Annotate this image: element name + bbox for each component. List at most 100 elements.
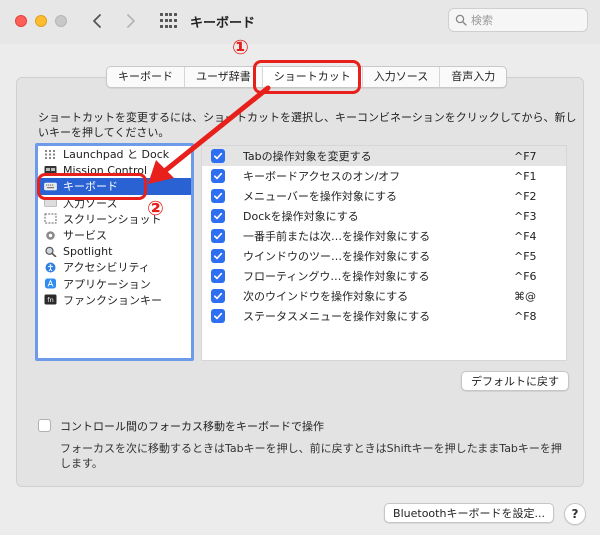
shortcut-label: 次のウインドウを操作対象にする	[243, 290, 409, 303]
svg-text:fn: fn	[47, 296, 53, 304]
category-label: アクセシビリティ	[63, 261, 150, 275]
launchpad-icon	[44, 149, 57, 160]
search-input[interactable]	[471, 13, 581, 27]
shortcut-label: ウインドウのツー…を操作対象にする	[243, 250, 431, 263]
category-mission-control[interactable]: Mission Control	[38, 162, 191, 178]
input-sources-icon	[44, 197, 57, 208]
shortcut-row[interactable]: ステータスメニューを操作対象にする ^F8	[202, 306, 566, 326]
category-launchpad-dock[interactable]: Launchpad と Dock	[38, 146, 191, 162]
zoom-window-button[interactable]	[55, 15, 67, 27]
checkmark-icon	[214, 172, 223, 180]
category-screenshots[interactable]: スクリーンショット	[38, 211, 191, 227]
shortcut-table[interactable]: Tabの操作対象を変更する ^F7 キーボードアクセスのオン/オフ ^F1 メニ…	[201, 145, 567, 361]
shortcut-checkbox[interactable]	[211, 169, 225, 183]
shortcut-category-list[interactable]: Launchpad と Dock Mission Control キーボード 入…	[35, 143, 194, 361]
forward-button[interactable]	[120, 9, 142, 33]
category-label: キーボード	[63, 180, 118, 194]
shortcut-key[interactable]: ⌘@	[514, 290, 536, 303]
instruction-text: ショートカットを変更するには、ショートカットを選択し、キーコンビネーションをクリ…	[38, 111, 577, 139]
minimize-window-button[interactable]	[35, 15, 47, 27]
checkmark-icon	[214, 152, 223, 160]
category-label: Launchpad と Dock	[63, 148, 170, 162]
shortcut-row[interactable]: キーボードアクセスのオン/オフ ^F1	[202, 166, 566, 186]
chevron-left-icon	[93, 14, 101, 28]
services-gear-icon	[44, 230, 57, 241]
shortcut-label: メニューバーを操作対象にする	[243, 190, 397, 203]
shortcut-checkbox[interactable]	[211, 269, 225, 283]
shortcut-checkbox[interactable]	[211, 249, 225, 263]
tab-user-dictionary[interactable]: ユーザ辞書	[185, 67, 263, 87]
shortcut-checkbox[interactable]	[211, 289, 225, 303]
spotlight-icon	[44, 246, 57, 257]
shortcut-key[interactable]: ^F5	[514, 250, 537, 263]
category-label: Spotlight	[63, 244, 113, 258]
shortcut-key[interactable]: ^F1	[514, 170, 537, 183]
checkmark-icon	[214, 212, 223, 220]
shortcut-row[interactable]: 次のウインドウを操作対象にする ⌘@	[202, 286, 566, 306]
accessibility-icon	[44, 262, 57, 273]
shortcut-checkbox[interactable]	[211, 309, 225, 323]
shortcut-key[interactable]: ^F2	[514, 190, 537, 203]
shortcut-row[interactable]: Dockを操作対象にする ^F3	[202, 206, 566, 226]
shortcut-row[interactable]: 一番手前または次…を操作対象にする ^F4	[202, 226, 566, 246]
restore-defaults-button[interactable]: デフォルトに戻す	[461, 371, 569, 391]
keyboard-navigation-label[interactable]: コントロール間のフォーカス移動をキーボードで操作	[60, 418, 324, 434]
checkmark-icon	[214, 292, 223, 300]
shortcut-label: ステータスメニューを操作対象にする	[243, 310, 431, 323]
shortcut-checkbox[interactable]	[211, 209, 225, 223]
app-store-icon	[44, 278, 57, 289]
show-all-grid-icon[interactable]	[160, 13, 177, 30]
title-bar: キーボード	[0, 0, 600, 44]
category-spotlight[interactable]: Spotlight	[38, 243, 191, 259]
category-label: ファンクションキー	[63, 293, 162, 307]
annotation-step-2: ②	[147, 196, 164, 220]
shortcut-label: フローティングウ…を操作対象にする	[243, 270, 430, 283]
tab-input-sources[interactable]: 入力ソース	[363, 67, 441, 87]
category-services[interactable]: サービス	[38, 227, 191, 243]
keyboard-navigation-description: フォーカスを次に移動するときはTabキーを押し、前に戻すときはShiftキーを押…	[60, 442, 562, 470]
tab-bar: キーボード ユーザ辞書 ショートカット 入力ソース 音声入力	[106, 66, 508, 88]
chevron-right-icon	[127, 14, 135, 28]
shortcut-key[interactable]: ^F3	[514, 210, 537, 223]
shortcut-checkbox[interactable]	[211, 149, 225, 163]
tab-shortcuts[interactable]: ショートカット	[262, 67, 363, 87]
category-keyboard[interactable]: キーボード	[38, 178, 191, 195]
keyboard-navigation-checkbox[interactable]	[38, 419, 51, 432]
shortcut-row[interactable]: Tabの操作対象を変更する ^F7	[202, 146, 566, 166]
category-accessibility[interactable]: アクセシビリティ	[38, 259, 191, 275]
shortcut-row[interactable]: メニューバーを操作対象にする ^F2	[202, 186, 566, 206]
shortcut-label: 一番手前または次…を操作対象にする	[243, 230, 431, 243]
shortcut-label: Tabの操作対象を変更する	[243, 150, 372, 163]
shortcut-checkbox[interactable]	[211, 229, 225, 243]
shortcut-key[interactable]: ^F4	[514, 230, 537, 243]
category-function-keys[interactable]: fn ファンクションキー	[38, 292, 191, 308]
screenshot-icon	[44, 213, 57, 224]
shortcut-label: Dockを操作対象にする	[243, 210, 359, 223]
tab-dictation[interactable]: 音声入力	[440, 67, 506, 87]
category-label: アプリケーション	[63, 277, 151, 291]
shortcut-key[interactable]: ^F6	[514, 270, 537, 283]
tab-keyboard[interactable]: キーボード	[107, 67, 185, 87]
back-button[interactable]	[86, 9, 108, 33]
shortcut-label: キーボードアクセスのオン/オフ	[243, 170, 401, 183]
shortcut-key[interactable]: ^F7	[514, 150, 537, 163]
checkmark-icon	[214, 232, 223, 240]
annotation-step-1: ①	[232, 35, 249, 59]
search-field[interactable]	[448, 8, 588, 32]
help-button[interactable]: ?	[564, 503, 586, 525]
mission-control-icon	[44, 165, 57, 176]
keyboard-icon	[44, 181, 57, 192]
shortcut-row[interactable]: ウインドウのツー…を操作対象にする ^F5	[202, 246, 566, 266]
category-label: サービス	[63, 229, 107, 243]
checkmark-icon	[214, 252, 223, 260]
category-input-sources[interactable]: 入力ソース	[38, 195, 191, 211]
bluetooth-keyboard-setup-button[interactable]: Bluetoothキーボードを設定...	[384, 503, 554, 523]
shortcut-key[interactable]: ^F8	[514, 310, 537, 323]
shortcut-row[interactable]: フローティングウ…を操作対象にする ^F6	[202, 266, 566, 286]
category-app-shortcuts[interactable]: アプリケーション	[38, 276, 191, 292]
shortcut-checkbox[interactable]	[211, 189, 225, 203]
close-window-button[interactable]	[15, 15, 27, 27]
checkmark-icon	[214, 192, 223, 200]
category-label: Mission Control	[63, 163, 148, 177]
fn-key-icon: fn	[44, 294, 57, 305]
